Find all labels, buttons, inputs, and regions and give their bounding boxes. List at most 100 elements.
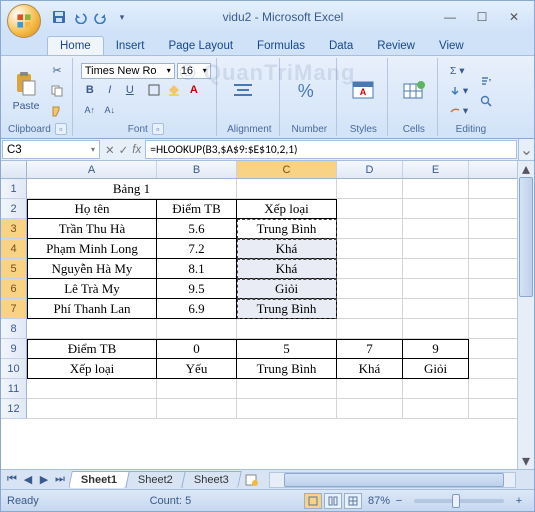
cell-D9[interactable]: 7 xyxy=(337,339,403,359)
cell-E1[interactable] xyxy=(403,179,469,199)
copy-icon[interactable] xyxy=(48,82,66,100)
cell-C1[interactable] xyxy=(237,179,337,199)
zoom-in-icon[interactable]: + xyxy=(510,492,528,510)
bold-button[interactable]: B xyxy=(81,81,99,99)
cell-E12[interactable] xyxy=(403,399,469,419)
cell-E11[interactable] xyxy=(403,379,469,399)
cell-E5[interactable] xyxy=(403,259,469,279)
cell-E10[interactable]: Giỏi xyxy=(403,359,469,379)
sheet-tab-sheet3[interactable]: Sheet3 xyxy=(181,471,241,488)
row-header[interactable]: 6 xyxy=(1,279,27,299)
cell-C12[interactable] xyxy=(237,399,337,419)
horizontal-scrollbar[interactable] xyxy=(269,472,516,488)
underline-button[interactable]: U xyxy=(121,81,139,99)
qat-customize-icon[interactable]: ▾ xyxy=(114,9,130,25)
worksheet-grid[interactable]: ABCDE 1Bảng 12Họ tênĐiểm TBXếp loại3Trần… xyxy=(1,161,534,469)
name-box[interactable]: C3▾ xyxy=(2,140,100,159)
column-header-B[interactable]: B xyxy=(157,161,237,178)
cell-C5[interactable]: Khá xyxy=(237,259,337,279)
sheet-tab-sheet2[interactable]: Sheet2 xyxy=(125,471,185,488)
cell-B5[interactable]: 8.1 xyxy=(157,259,237,279)
expand-formula-bar-icon[interactable]: ⌄ xyxy=(518,139,534,160)
cell-D2[interactable] xyxy=(337,199,403,219)
cell-C9[interactable]: 5 xyxy=(237,339,337,359)
row-header[interactable]: 4 xyxy=(1,239,27,259)
cell-B12[interactable] xyxy=(157,399,237,419)
cell-B8[interactable] xyxy=(157,319,237,339)
enter-formula-icon[interactable]: ✓ xyxy=(119,143,129,157)
cell-E4[interactable] xyxy=(403,239,469,259)
grow-font-button[interactable]: A↑ xyxy=(81,101,99,119)
row-header[interactable]: 11 xyxy=(1,379,27,399)
new-sheet-icon[interactable] xyxy=(243,471,261,489)
tab-insert[interactable]: Insert xyxy=(104,37,157,55)
cell-A9[interactable]: Điểm TB xyxy=(27,339,157,359)
tab-view[interactable]: View xyxy=(427,37,476,55)
row-header[interactable]: 3 xyxy=(1,219,27,239)
last-sheet-icon[interactable]: ⏭ xyxy=(53,473,67,486)
cell-E6[interactable] xyxy=(403,279,469,299)
redo-icon[interactable] xyxy=(93,9,109,25)
clear-button[interactable]: ▾ xyxy=(446,102,472,120)
cell-C11[interactable] xyxy=(237,379,337,399)
cell-B2[interactable]: Điểm TB xyxy=(157,199,237,219)
cell-D10[interactable]: Khá xyxy=(337,359,403,379)
column-header-E[interactable]: E xyxy=(403,161,469,178)
styles-button[interactable]: A xyxy=(345,75,381,107)
fx-icon[interactable]: fx xyxy=(132,144,141,156)
cell-C8[interactable] xyxy=(237,319,337,339)
row-header[interactable]: 2 xyxy=(1,199,27,219)
row-header[interactable]: 5 xyxy=(1,259,27,279)
tab-data[interactable]: Data xyxy=(317,37,365,55)
tab-review[interactable]: Review xyxy=(365,37,427,55)
cell-E8[interactable] xyxy=(403,319,469,339)
scroll-up-icon[interactable]: ▴ xyxy=(518,161,534,177)
clipboard-dialog-icon[interactable]: ▫ xyxy=(55,123,67,135)
fill-color-button[interactable] xyxy=(165,81,183,99)
alignment-button[interactable] xyxy=(225,75,261,107)
select-all-corner[interactable] xyxy=(1,161,27,178)
row-header[interactable]: 9 xyxy=(1,339,27,359)
maximize-button[interactable]: ☐ xyxy=(468,8,496,26)
cell-A5[interactable]: Nguyễn Hà My xyxy=(27,259,157,279)
sheet-tab-sheet1[interactable]: Sheet1 xyxy=(68,471,130,488)
cell-E2[interactable] xyxy=(403,199,469,219)
cell-C2[interactable]: Xếp loại xyxy=(237,199,337,219)
tab-home[interactable]: Home xyxy=(47,36,104,55)
cell-D5[interactable] xyxy=(337,259,403,279)
zoom-level[interactable]: 87% xyxy=(368,495,390,507)
fill-button[interactable]: ▾ xyxy=(446,82,472,100)
first-sheet-icon[interactable]: ⏮ xyxy=(5,473,19,486)
border-button[interactable] xyxy=(145,81,163,99)
cell-A8[interactable] xyxy=(27,319,157,339)
office-button[interactable] xyxy=(7,4,41,38)
row-header[interactable]: 8 xyxy=(1,319,27,339)
next-sheet-icon[interactable]: ▶ xyxy=(37,473,51,486)
cell-B9[interactable]: 0 xyxy=(157,339,237,359)
column-header-D[interactable]: D xyxy=(337,161,403,178)
tab-page-layout[interactable]: Page Layout xyxy=(156,37,245,55)
find-select-button[interactable] xyxy=(476,92,496,110)
normal-view-icon[interactable] xyxy=(304,493,322,509)
cell-A11[interactable] xyxy=(27,379,157,399)
cut-icon[interactable]: ✂ xyxy=(48,62,66,80)
cell-A10[interactable]: Xếp loại xyxy=(27,359,157,379)
zoom-out-icon[interactable]: − xyxy=(390,492,408,510)
column-header-C[interactable]: C xyxy=(237,161,337,178)
cell-A12[interactable] xyxy=(27,399,157,419)
cell-B3[interactable]: 5.6 xyxy=(157,219,237,239)
cell-D11[interactable] xyxy=(337,379,403,399)
cell-D3[interactable] xyxy=(337,219,403,239)
cell-C7[interactable]: Trung Bình xyxy=(237,299,337,319)
autosum-button[interactable]: Σ ▾ xyxy=(446,62,472,80)
cell-A4[interactable]: Phạm Minh Long xyxy=(27,239,157,259)
paste-button[interactable]: Paste xyxy=(8,68,44,114)
cell-A6[interactable]: Lê Trà My xyxy=(27,279,157,299)
shrink-font-button[interactable]: A↓ xyxy=(101,101,119,119)
cell-C4[interactable]: Khá xyxy=(237,239,337,259)
cell-B7[interactable]: 6.9 xyxy=(157,299,237,319)
cell-D8[interactable] xyxy=(337,319,403,339)
formula-bar[interactable]: =HLOOKUP(B3,$A$9:$E$10,2,1) xyxy=(145,140,517,159)
sort-filter-button[interactable] xyxy=(476,72,496,90)
row-header[interactable]: 12 xyxy=(1,399,27,419)
